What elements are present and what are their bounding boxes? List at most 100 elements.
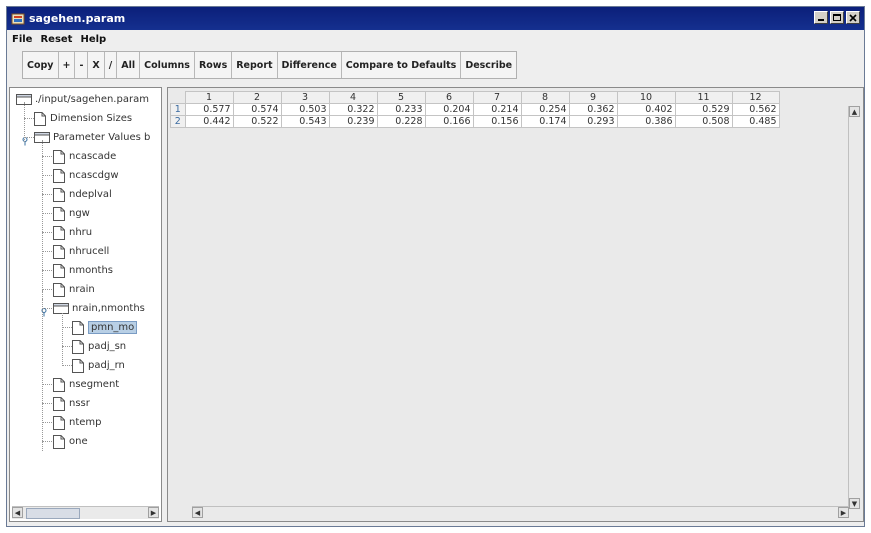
column-header[interactable]: 3 — [280, 91, 330, 104]
file-icon — [53, 187, 69, 202]
tree-item-pmn_mo[interactable]: pmn_mo — [72, 318, 138, 337]
parameter-table[interactable]: 1 2 3 4 5 6 7 8 9 10 11 12 1 0.577 0.574 0.503 0.322 0.23… — [170, 91, 780, 128]
tree-item-ndeplval[interactable]: ndeplval — [53, 185, 112, 204]
tree-node-label: Parameter Values b — [53, 132, 151, 143]
table-cell[interactable]: 0.442 — [184, 115, 234, 128]
table-cell[interactable]: 0.485 — [731, 115, 780, 128]
parameter-tree[interactable]: ./input/sagehen.param Dimension Sizes Para… — [9, 87, 162, 522]
table-cell[interactable]: 0.562 — [731, 103, 780, 116]
table-cell[interactable]: 0.402 — [616, 103, 676, 116]
toolbar-button-divide[interactable]: / — [104, 52, 118, 78]
table-cell[interactable]: 0.529 — [674, 103, 733, 116]
table-row[interactable]: 1 0.577 0.574 0.503 0.322 0.233 0.204 0.214 0.25… — [170, 103, 780, 116]
scroll-left-arrow-icon[interactable]: ◀ — [12, 507, 23, 518]
menu-file[interactable]: File — [12, 34, 32, 45]
table-cell[interactable]: 0.577 — [184, 103, 234, 116]
tree-item-nssr[interactable]: nssr — [53, 394, 90, 413]
toolbar-button-columns[interactable]: Columns — [140, 52, 195, 78]
tree-item-ncascdgw[interactable]: ncascdgw — [53, 166, 119, 185]
tree-connector — [42, 232, 52, 233]
tree-item-padj_rn[interactable]: padj_rn — [72, 356, 125, 375]
column-header[interactable]: 6 — [424, 91, 474, 104]
table-cell[interactable]: 0.322 — [328, 103, 378, 116]
table-cell[interactable]: 0.293 — [568, 115, 618, 128]
column-header[interactable]: 1 — [184, 91, 234, 104]
table-cell[interactable]: 0.214 — [472, 103, 522, 116]
column-header[interactable]: 5 — [376, 91, 426, 104]
table-horizontal-scrollbar[interactable]: ◀ ▶ — [192, 506, 849, 519]
table-cell[interactable]: 0.228 — [376, 115, 426, 128]
tree-connector — [42, 175, 52, 176]
table-cell[interactable]: 0.233 — [376, 103, 426, 116]
column-header[interactable]: 4 — [328, 91, 378, 104]
tree-horizontal-scrollbar[interactable]: ◀ ▶ — [12, 506, 159, 519]
vertical-scrollbar[interactable]: ▲ ▼ — [848, 106, 861, 509]
table-cell[interactable]: 0.522 — [232, 115, 282, 128]
tree-item-nhrucell[interactable]: nhrucell — [53, 242, 109, 261]
column-header[interactable]: 2 — [232, 91, 282, 104]
toolbar-button-compare-to-defaults[interactable]: Compare to Defaults — [341, 52, 462, 78]
column-header[interactable]: 8 — [520, 91, 570, 104]
tree-item-ncascade[interactable]: ncascade — [53, 147, 116, 166]
tree-connector — [42, 422, 52, 423]
scroll-up-arrow-icon[interactable]: ▲ — [849, 106, 860, 117]
tree-node-label: padj_sn — [88, 341, 127, 352]
menu-help[interactable]: Help — [80, 34, 106, 45]
row-header[interactable]: 2 — [170, 115, 186, 128]
toolbar-button-difference[interactable]: Difference — [277, 52, 342, 78]
tree-item-nsegment[interactable]: nsegment — [53, 375, 119, 394]
maximize-button[interactable] — [830, 11, 844, 24]
table-cell[interactable]: 0.574 — [232, 103, 282, 116]
scroll-down-arrow-icon[interactable]: ▼ — [849, 498, 860, 509]
tree-item-parameter-values[interactable]: Parameter Values b — [22, 128, 151, 147]
toolbar-button-report[interactable]: Report — [232, 52, 278, 78]
scroll-right-arrow-icon[interactable]: ▶ — [148, 507, 159, 518]
column-header[interactable]: 11 — [674, 91, 733, 104]
toolbar-button-rows[interactable]: Rows — [194, 52, 233, 78]
toolbar-button-describe[interactable]: Describe — [461, 52, 517, 78]
tree-connector — [42, 308, 52, 309]
table-cell[interactable]: 0.239 — [328, 115, 378, 128]
toolbar-button-all[interactable]: All — [117, 52, 140, 78]
scroll-thumb[interactable] — [26, 508, 80, 519]
table-cell[interactable]: 0.204 — [424, 103, 474, 116]
tree-item-ntemp[interactable]: ntemp — [53, 413, 102, 432]
table-cell[interactable]: 0.166 — [424, 115, 474, 128]
tree-item-dimension-sizes[interactable]: Dimension Sizes — [34, 109, 132, 128]
table-row[interactable]: 2 0.442 0.522 0.543 0.239 0.228 0.166 0.156 0.17… — [170, 115, 780, 128]
column-header[interactable]: 10 — [616, 91, 676, 104]
tree-item-nhru[interactable]: nhru — [53, 223, 92, 242]
tree-item-nrain-nmonths[interactable]: nrain,nmonths — [41, 299, 145, 318]
table-cell[interactable]: 0.156 — [472, 115, 522, 128]
minimize-button[interactable] — [814, 11, 828, 24]
close-button[interactable] — [846, 11, 860, 24]
column-header[interactable]: 7 — [472, 91, 522, 104]
toolbar-button-multiply[interactable]: X — [88, 52, 105, 78]
column-header[interactable]: 9 — [568, 91, 618, 104]
tree-item-padj_sn[interactable]: padj_sn — [72, 337, 126, 356]
table-cell[interactable]: 0.543 — [280, 115, 330, 128]
toolbar-button-copy[interactable]: Copy — [23, 52, 59, 78]
toolbar-button-plus[interactable]: + — [58, 52, 76, 78]
menu-reset[interactable]: Reset — [40, 34, 72, 45]
tree-connector — [42, 441, 52, 442]
tree-connector — [24, 137, 34, 138]
tree-node-label: nhrucell — [69, 246, 110, 257]
tree-root[interactable]: ./input/sagehen.param — [16, 90, 149, 109]
tree-item-one[interactable]: one — [53, 432, 88, 451]
toolbar-button-minus[interactable]: - — [75, 52, 89, 78]
table-cell[interactable]: 0.362 — [568, 103, 618, 116]
title-bar[interactable]: sagehen.param — [7, 7, 864, 30]
table-cell[interactable]: 0.503 — [280, 103, 330, 116]
tree-item-ngw[interactable]: ngw — [53, 204, 90, 223]
table-cell[interactable]: 0.508 — [674, 115, 733, 128]
table-cell[interactable]: 0.174 — [520, 115, 570, 128]
table-cell[interactable]: 0.386 — [616, 115, 676, 128]
scroll-left-arrow-icon[interactable]: ◀ — [192, 507, 203, 518]
table-cell[interactable]: 0.254 — [520, 103, 570, 116]
scroll-right-arrow-icon[interactable]: ▶ — [838, 507, 849, 518]
row-header[interactable]: 1 — [170, 103, 186, 116]
tree-item-nrain[interactable]: nrain — [53, 280, 95, 299]
tree-item-nmonths[interactable]: nmonths — [53, 261, 113, 280]
column-header[interactable]: 12 — [731, 91, 780, 104]
